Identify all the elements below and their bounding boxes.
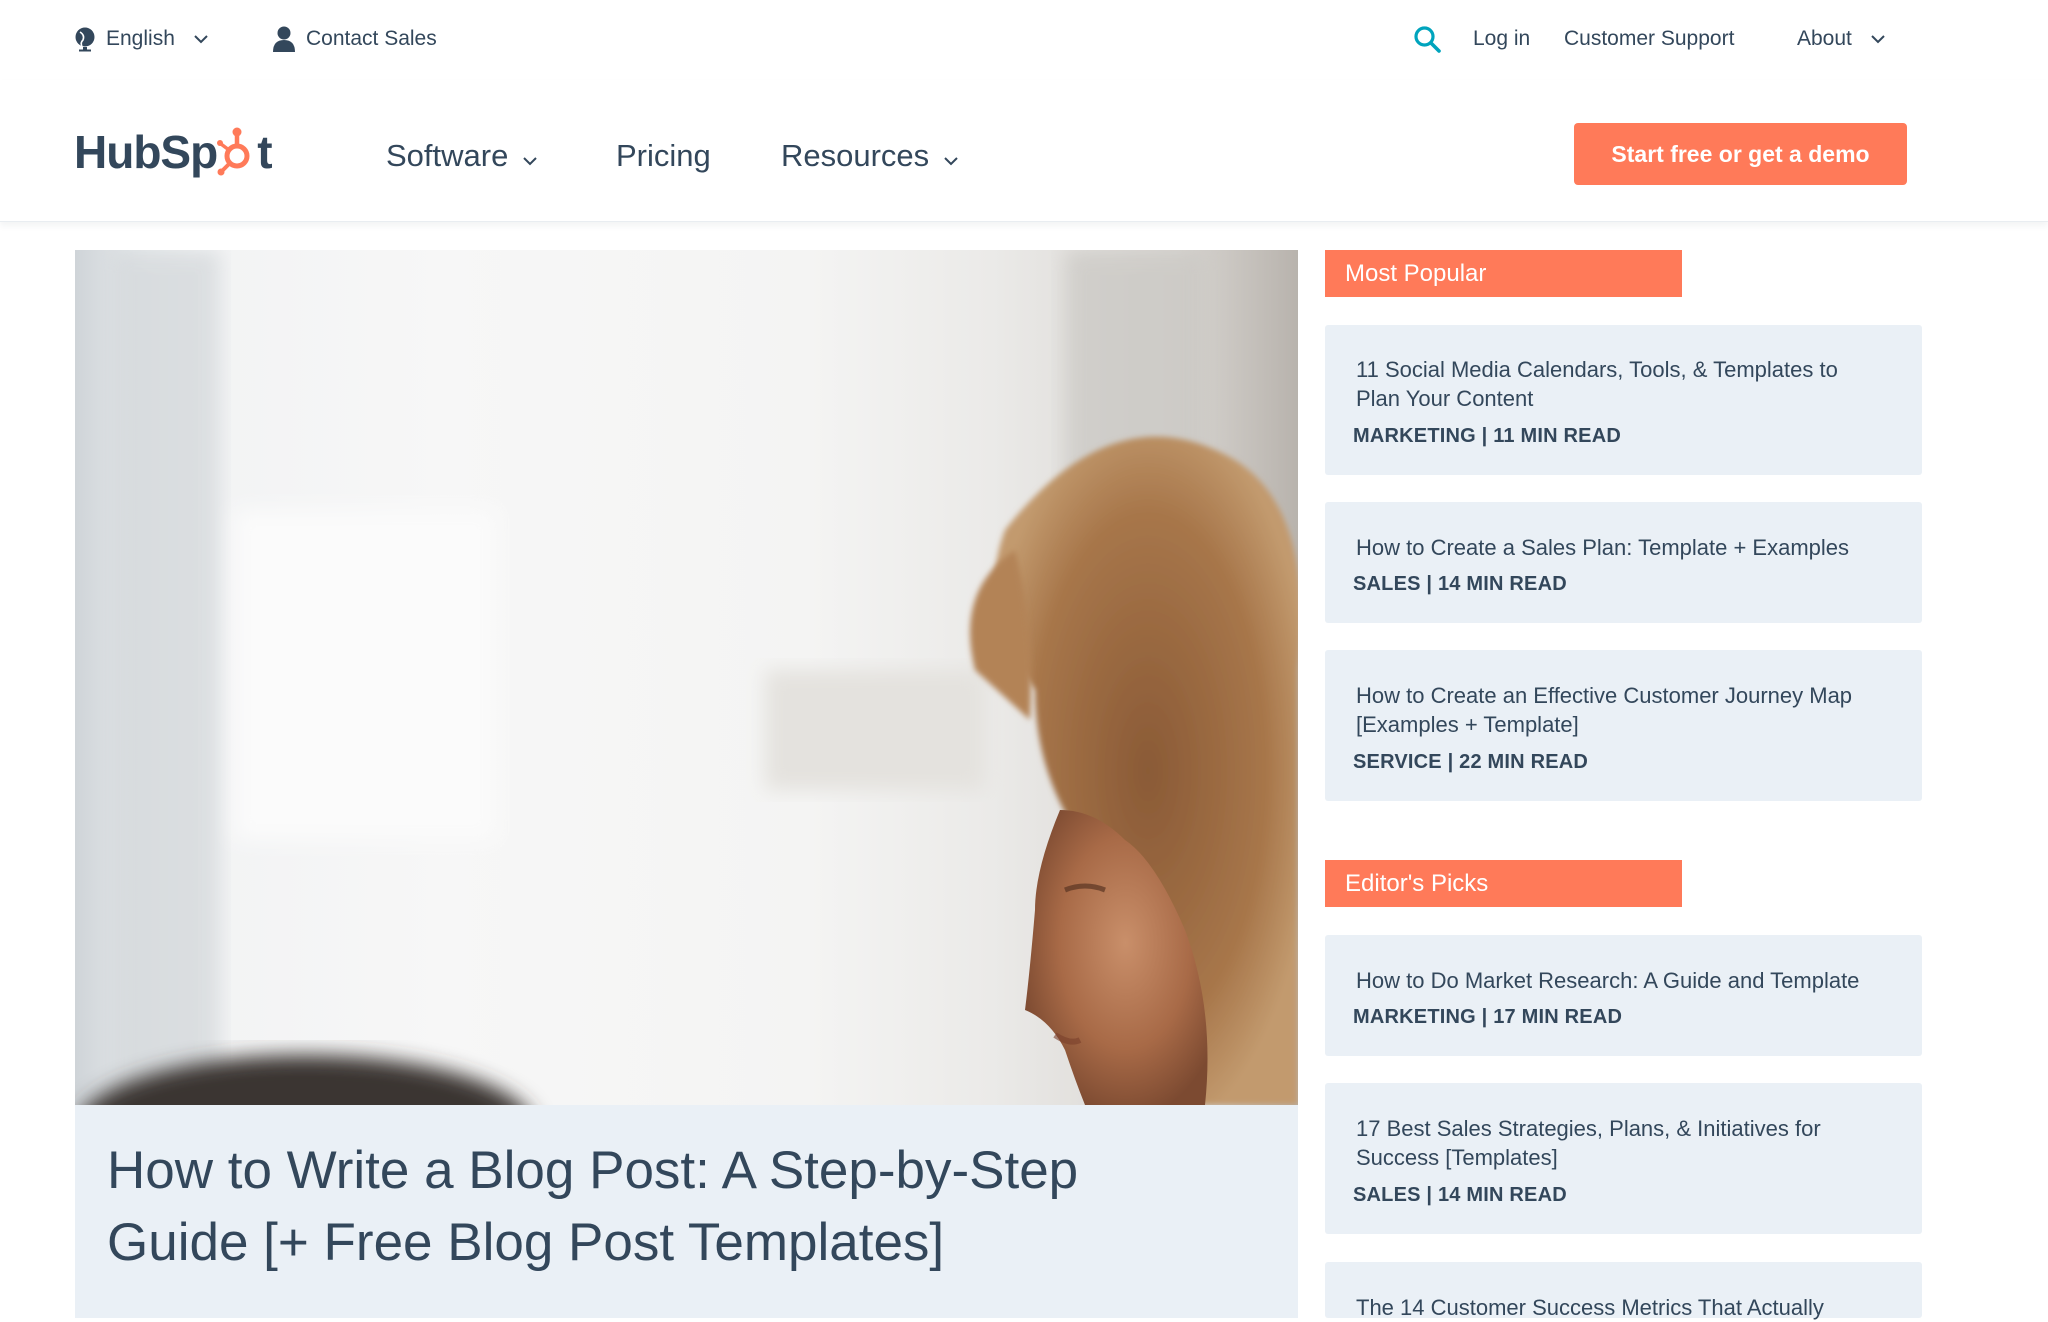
post-title-line-2: Guide [+ Free Blog Post Templates] bbox=[107, 1213, 945, 1272]
about-label: About bbox=[1797, 27, 1852, 50]
article-title: 17 Best Sales Strategies, Plans, & Initi… bbox=[1356, 1114, 1892, 1172]
customer-support-link[interactable]: Customer Support bbox=[1564, 24, 1734, 54]
article-title-line-2: [Examples + Template] bbox=[1356, 712, 1579, 737]
chevron-down-icon bbox=[1870, 34, 1886, 44]
about-menu[interactable]: About bbox=[1797, 24, 1886, 54]
post-title[interactable]: How to Write a Blog Post: A Step-by-Step… bbox=[107, 1135, 1266, 1279]
list-item[interactable]: How to Do Market Research: A Guide and T… bbox=[1325, 935, 1922, 1056]
main-nav: HubSp t Software Pricing Resources Start bbox=[0, 80, 2048, 222]
hero-title-box: How to Write a Blog Post: A Step-by-Step… bbox=[75, 1105, 1298, 1318]
start-free-demo-button[interactable]: Start free or get a demo bbox=[1574, 123, 1907, 185]
user-icon bbox=[272, 25, 296, 53]
logo-text-right: t bbox=[257, 126, 272, 178]
editors-picks-heading: Editor's Picks bbox=[1325, 860, 1682, 907]
login-label: Log in bbox=[1473, 27, 1531, 50]
article-title-line-1: How to Create an Effective Customer Jour… bbox=[1356, 683, 1853, 708]
list-item[interactable]: 17 Best Sales Strategies, Plans, & Initi… bbox=[1325, 1083, 1922, 1234]
nav-resources-label: Resources bbox=[781, 138, 930, 173]
article-title-line-1: 11 Social Media Calendars, Tools, & Temp… bbox=[1356, 357, 1838, 382]
article-title: How to Create an Effective Customer Jour… bbox=[1356, 681, 1892, 739]
article-title-line-1: 17 Best Sales Strategies, Plans, & Initi… bbox=[1356, 1116, 1821, 1141]
nav-resources[interactable]: Resources bbox=[781, 134, 959, 178]
post-title-line-1: How to Write a Blog Post: A Step-by-Step bbox=[107, 1141, 1079, 1200]
search-button[interactable] bbox=[1413, 24, 1441, 54]
chevron-down-icon bbox=[943, 138, 959, 174]
chevron-down-icon bbox=[193, 34, 209, 44]
globe-icon bbox=[74, 26, 96, 52]
nav-software[interactable]: Software bbox=[386, 134, 538, 178]
search-icon bbox=[1413, 25, 1441, 53]
list-item[interactable]: How to Create a Sales Plan: Template + E… bbox=[1325, 502, 1922, 623]
nav-pricing[interactable]: Pricing bbox=[616, 134, 711, 178]
article-title: How to Create a Sales Plan: Template + E… bbox=[1356, 535, 1850, 560]
contact-sales-label: Contact Sales bbox=[306, 27, 437, 50]
article-meta: SALES | 14 MIN READ bbox=[1353, 573, 1567, 595]
customer-support-label: Customer Support bbox=[1564, 27, 1735, 50]
article-title-line-2: Plan Your Content bbox=[1356, 386, 1534, 411]
featured-post[interactable]: How to Write a Blog Post: A Step-by-Step… bbox=[75, 250, 1298, 1318]
article-meta: MARKETING | 11 MIN READ bbox=[1353, 425, 1621, 447]
hero-photo bbox=[88, 250, 1298, 1105]
utility-bar: English Contact Sales Log in Customer Su… bbox=[0, 0, 2048, 80]
most-popular-heading: Most Popular bbox=[1325, 250, 1682, 297]
chevron-down-icon bbox=[522, 138, 538, 174]
list-item[interactable]: How to Create an Effective Customer Jour… bbox=[1325, 650, 1922, 801]
sprocket-icon bbox=[217, 126, 257, 178]
nav-software-label: Software bbox=[386, 138, 509, 173]
article-title: 11 Social Media Calendars, Tools, & Temp… bbox=[1356, 355, 1892, 413]
logo-text-left: HubSp bbox=[74, 126, 218, 178]
article-meta: SERVICE | 22 MIN READ bbox=[1353, 751, 1589, 773]
article-meta: MARKETING | 17 MIN READ bbox=[1353, 1006, 1623, 1028]
article-title-line-2: Success [Templates] bbox=[1356, 1145, 1558, 1170]
language-selector[interactable]: English bbox=[74, 24, 209, 54]
article-meta: SALES | 14 MIN READ bbox=[1353, 1184, 1567, 1206]
language-label: English bbox=[106, 27, 175, 50]
hubspot-logo[interactable]: HubSp t bbox=[74, 124, 273, 180]
nav-pricing-label: Pricing bbox=[616, 138, 711, 173]
login-link[interactable]: Log in bbox=[1473, 24, 1530, 54]
hero-image[interactable] bbox=[75, 250, 1298, 1105]
contact-sales-link[interactable]: Contact Sales bbox=[272, 24, 437, 54]
article-title: How to Do Market Research: A Guide and T… bbox=[1356, 968, 1860, 993]
list-item[interactable]: The 14 Customer Success Metrics That Act… bbox=[1325, 1262, 1922, 1320]
list-item[interactable]: 11 Social Media Calendars, Tools, & Temp… bbox=[1325, 325, 1922, 475]
